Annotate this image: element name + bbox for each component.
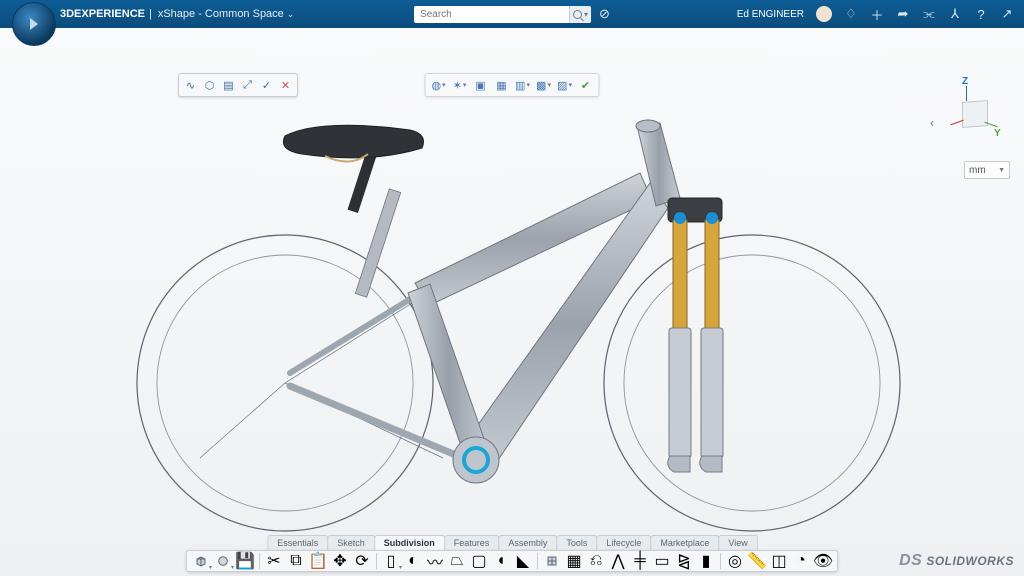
- brand-separator: |: [149, 8, 152, 20]
- view-axis-icon[interactable]: ✶▾: [451, 76, 469, 94]
- cmd-sep-2: [376, 553, 377, 569]
- units-label: mm: [969, 165, 986, 176]
- tool-scale-icon[interactable]: ⤢: [238, 76, 257, 94]
- view-fit-icon[interactable]: ▦: [493, 76, 511, 94]
- chevron-down-icon: ▼: [998, 167, 1005, 174]
- cmd-material-icon[interactable]: ◎: [725, 552, 745, 570]
- viewport-canvas[interactable]: ∿ ⬡ ▤ ⤢ ✓ ✕ ◍▾ ✶▾ ▣ ▦ ▥▾ ▩▾ ▨▾ ✔ ‹ Z Y m…: [0, 28, 1024, 576]
- tab-lifecycle[interactable]: Lifecycle: [596, 535, 651, 550]
- cmd-view-icon[interactable]: 👁: [813, 552, 833, 570]
- axis-z-line: [966, 86, 967, 101]
- share-icon[interactable]: ➦: [896, 7, 910, 21]
- tool-spline-icon[interactable]: ∿: [181, 76, 200, 94]
- tab-sketch[interactable]: Sketch: [327, 535, 375, 550]
- axis-triad[interactable]: ‹ Z Y: [940, 76, 1010, 146]
- add-icon[interactable]: ＋: [870, 7, 884, 21]
- tool-accept-icon[interactable]: ✓: [257, 76, 276, 94]
- help-icon[interactable]: ?: [974, 7, 988, 21]
- tool-extrude-icon[interactable]: ▤: [219, 76, 238, 94]
- search-button[interactable]: ▾: [569, 6, 591, 23]
- tag-icon[interactable]: ⊘: [599, 6, 610, 22]
- expand-icon[interactable]: ↗: [1000, 7, 1014, 21]
- cmd-shell-icon[interactable]: ▢: [469, 552, 489, 570]
- cmd-revolve-icon[interactable]: ◐: [403, 552, 423, 570]
- cmd-sep-1: [259, 553, 260, 569]
- cmd-extrude-icon[interactable]: ▯▾: [381, 552, 401, 570]
- search-icon: [573, 10, 582, 19]
- triad-collapse-icon[interactable]: ‹: [930, 116, 934, 130]
- tool-profile-icon[interactable]: ⬡: [200, 76, 219, 94]
- cmd-fillet-icon[interactable]: ◖: [491, 552, 511, 570]
- cmd-crease-icon[interactable]: ⋀: [608, 552, 628, 570]
- compass-widget[interactable]: [12, 2, 56, 46]
- view-render-icon[interactable]: ▨▾: [556, 76, 574, 94]
- view-globe-icon[interactable]: ◍▾: [430, 76, 448, 94]
- search-input[interactable]: [414, 6, 569, 23]
- cmd-paste-icon[interactable]: 📋: [308, 552, 328, 570]
- cmd-measure-icon[interactable]: 📏: [747, 552, 767, 570]
- cmd-subd-create-icon[interactable]: [542, 552, 562, 570]
- cmd-delete-face-icon[interactable]: ▭: [652, 552, 672, 570]
- cmd-analyse-icon[interactable]: ◔: [791, 552, 811, 570]
- view-toolbar: ◍▾ ✶▾ ▣ ▦ ▥▾ ▩▾ ▨▾ ✔: [425, 73, 600, 97]
- user-area: Ed ENGINEER ♢ ＋ ➦ ⫘ ⅄ ? ↗: [737, 6, 1014, 22]
- cmd-sep-4: [720, 553, 721, 569]
- apps-icon[interactable]: ⅄: [948, 7, 962, 21]
- tab-view[interactable]: View: [718, 535, 757, 550]
- cmd-loft-icon[interactable]: ⏢: [447, 552, 467, 570]
- app-name-label: xShape - Common Space: [158, 8, 284, 20]
- axis-y-label: Y: [994, 128, 1001, 139]
- tab-marketplace[interactable]: Marketplace: [650, 535, 719, 550]
- cmd-rotate-icon[interactable]: ⟳: [352, 552, 372, 570]
- cmd-primitive-box-icon[interactable]: ▾: [191, 552, 211, 570]
- cmd-move-icon[interactable]: ✥: [330, 552, 350, 570]
- ds-logo-icon: DS: [899, 552, 922, 570]
- cmd-sep-3: [537, 553, 538, 569]
- tab-subdivision[interactable]: Subdivision: [374, 535, 445, 550]
- cmd-bridge-icon[interactable]: ⎌: [586, 552, 606, 570]
- tab-assembly[interactable]: Assembly: [498, 535, 557, 550]
- cmd-chamfer-icon[interactable]: ◣: [513, 552, 533, 570]
- units-dropdown[interactable]: mm ▼: [964, 161, 1010, 179]
- brand-label: 3DEXPERIENCE: [60, 8, 145, 20]
- avatar[interactable]: [816, 6, 832, 22]
- app-header: 3DEXPERIENCE | xShape - Common Space ⌄ ▾…: [0, 0, 1024, 28]
- cmd-sweep-icon[interactable]: 〰: [425, 552, 445, 570]
- notification-icon[interactable]: ♢: [844, 7, 858, 21]
- cmd-copy-icon[interactable]: ⧉: [286, 552, 306, 570]
- user-name-label: Ed ENGINEER: [737, 9, 804, 20]
- tab-tools[interactable]: Tools: [556, 535, 597, 550]
- command-toolbar: ▾ ▾ 💾 ✂ ⧉ 📋 ✥ ⟳ ▯▾ ◐ 〰 ⏢ ▢ ◖ ◣ ▦ ⎌ ⋀ ╪ ▭…: [186, 550, 838, 572]
- view-shade-icon[interactable]: ▥▾: [514, 76, 532, 94]
- cmd-cut-icon[interactable]: ✂: [264, 552, 284, 570]
- tab-essentials[interactable]: Essentials: [267, 535, 328, 550]
- search-dropdown-caret: ▾: [584, 10, 588, 19]
- network-icon[interactable]: ⫘: [922, 7, 936, 21]
- model-bike: [70, 68, 950, 538]
- solidworks-brand: DS SOLIDWORKS: [899, 552, 1014, 570]
- tab-features[interactable]: Features: [444, 535, 500, 550]
- view-orient-icon[interactable]: ▣: [472, 76, 490, 94]
- tool-cancel-icon[interactable]: ✕: [276, 76, 295, 94]
- cmd-save-icon[interactable]: 💾: [235, 552, 255, 570]
- app-dropdown-caret[interactable]: ⌄: [287, 9, 295, 20]
- search-container: ▾ ⊘: [414, 6, 610, 23]
- triad-cube[interactable]: [962, 100, 988, 128]
- cmd-insert-edge-icon[interactable]: ╪: [630, 552, 650, 570]
- cmd-section-icon[interactable]: ◫: [769, 552, 789, 570]
- cmd-symmetry-icon[interactable]: ⧎: [674, 552, 694, 570]
- command-tab-strip: Essentials Sketch Subdivision Features A…: [267, 535, 757, 550]
- cmd-thicken-icon[interactable]: ▮: [696, 552, 716, 570]
- cmd-sphere-icon[interactable]: ▾: [213, 552, 233, 570]
- view-wire-icon[interactable]: ▩▾: [535, 76, 553, 94]
- cmd-subd-edit-icon[interactable]: ▦: [564, 552, 584, 570]
- solidworks-label: SOLIDWORKS: [926, 554, 1014, 568]
- view-ok-icon[interactable]: ✔: [577, 76, 595, 94]
- context-toolbar: ∿ ⬡ ▤ ⤢ ✓ ✕: [178, 73, 298, 97]
